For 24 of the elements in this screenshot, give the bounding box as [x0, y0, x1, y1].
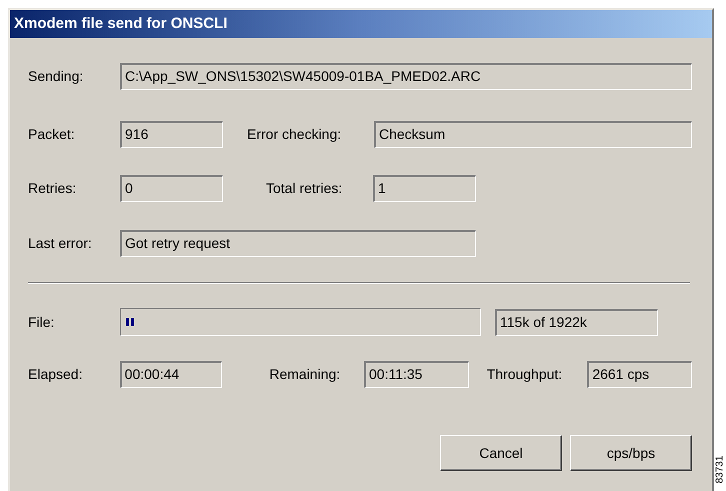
dialog-button[interactable]: Cancel: [440, 435, 562, 471]
field-label: Packet:: [28, 124, 76, 144]
dialog-button[interactable]: cps/bps: [570, 435, 692, 471]
window-title: Xmodem file send for ONSCLI: [10, 10, 712, 38]
figure-number: 83731: [713, 456, 726, 484]
field-label: File:: [28, 312, 56, 332]
readonly-field: 1: [373, 174, 476, 202]
field-label: Total retries:: [266, 178, 344, 198]
readonly-field: 2661 cps: [587, 360, 692, 388]
readonly-field: 115k of 1922k: [495, 308, 658, 336]
readonly-field: 0: [120, 174, 223, 202]
readonly-field: 00:11:35: [364, 360, 469, 388]
field-label: Sending:: [28, 66, 84, 86]
field-label: Elapsed:: [28, 364, 84, 384]
readonly-field: Got retry request: [120, 230, 476, 256]
readonly-field: C:\App_SW_ONS\15302\SW45009-01BA_PMED02.ARC: [120, 62, 692, 90]
field-label: Remaining:: [269, 364, 342, 384]
field-label: Error checking:: [247, 124, 342, 144]
readonly-field: 916: [120, 120, 223, 148]
field-label: Last error:: [28, 234, 93, 252]
field-label: Retries:: [28, 178, 78, 198]
readonly-field: 00:00:44: [120, 360, 222, 388]
field-label: Throughput:: [486, 364, 564, 384]
readonly-field: Checksum: [374, 120, 692, 148]
